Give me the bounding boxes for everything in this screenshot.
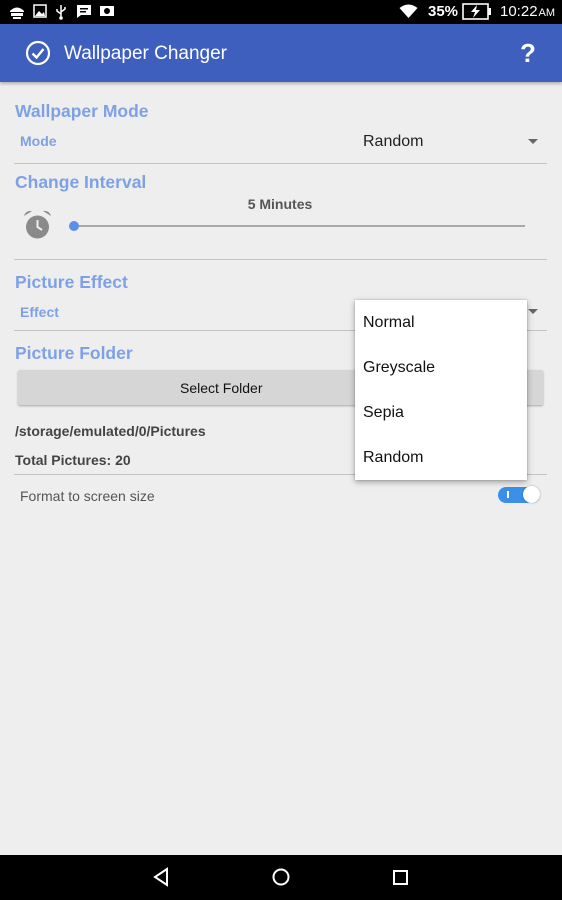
check-circle-icon <box>25 40 51 66</box>
navigation-bar <box>0 855 562 900</box>
photo-notification-icon <box>100 6 114 16</box>
effect-option-random[interactable]: Random <box>355 435 527 480</box>
interval-slider-thumb[interactable] <box>69 221 79 231</box>
usb-icon <box>56 5 66 20</box>
effect-label: Effect <box>20 304 59 320</box>
interval-slider[interactable] <box>74 225 525 227</box>
divider <box>14 259 547 260</box>
effect-option-normal[interactable]: Normal <box>355 300 527 345</box>
home-icon[interactable] <box>271 867 291 887</box>
wifi-icon <box>399 4 418 18</box>
alarm-clock-icon <box>24 210 51 239</box>
divider <box>14 163 547 164</box>
image-notification-icon <box>33 4 47 18</box>
picture-folder-title: Picture Folder <box>15 343 133 363</box>
toggle-thumb <box>523 486 540 503</box>
folder-path: /storage/emulated/0/Pictures <box>15 423 206 439</box>
dropdown-arrow-icon <box>528 139 538 144</box>
help-button[interactable]: ? <box>514 38 542 69</box>
effect-option-greyscale[interactable]: Greyscale <box>355 345 527 390</box>
notification-app-icon <box>10 7 24 19</box>
toggle-on-mark <box>507 491 509 498</box>
clock-time: 10:22 <box>500 3 538 20</box>
app-bar: Wallpaper Changer ? <box>0 24 562 82</box>
battery-percent: 35% <box>428 3 459 20</box>
mode-label: Mode <box>20 133 57 149</box>
mode-spinner[interactable]: Random <box>355 125 547 159</box>
recent-apps-icon[interactable] <box>392 869 410 887</box>
format-toggle[interactable] <box>498 486 540 504</box>
picture-effect-title: Picture Effect <box>15 272 128 292</box>
app-title: Wallpaper Changer <box>64 43 227 64</box>
effect-option-sepia[interactable]: Sepia <box>355 390 527 435</box>
dropdown-arrow-icon[interactable] <box>528 309 538 314</box>
status-bar: 35% 10:22AM <box>0 0 562 24</box>
battery-charging-icon <box>462 3 491 20</box>
back-icon[interactable] <box>152 867 170 887</box>
clock: 10:22AM <box>500 3 555 20</box>
total-pictures: Total Pictures: 20 <box>15 452 131 468</box>
mode-spinner-value: Random <box>363 133 424 150</box>
interval-value: 5 Minutes <box>247 196 313 212</box>
wallpaper-mode-title: Wallpaper Mode <box>15 101 149 121</box>
format-label: Format to screen size <box>20 488 155 504</box>
clock-ampm: AM <box>538 7 556 19</box>
screen: 35% 10:22AM Wallpaper Changer ? Wallpape… <box>0 0 562 900</box>
message-icon <box>77 5 91 18</box>
change-interval-title: Change Interval <box>15 172 147 192</box>
effect-dropdown: Normal Greyscale Sepia Random <box>355 300 527 480</box>
